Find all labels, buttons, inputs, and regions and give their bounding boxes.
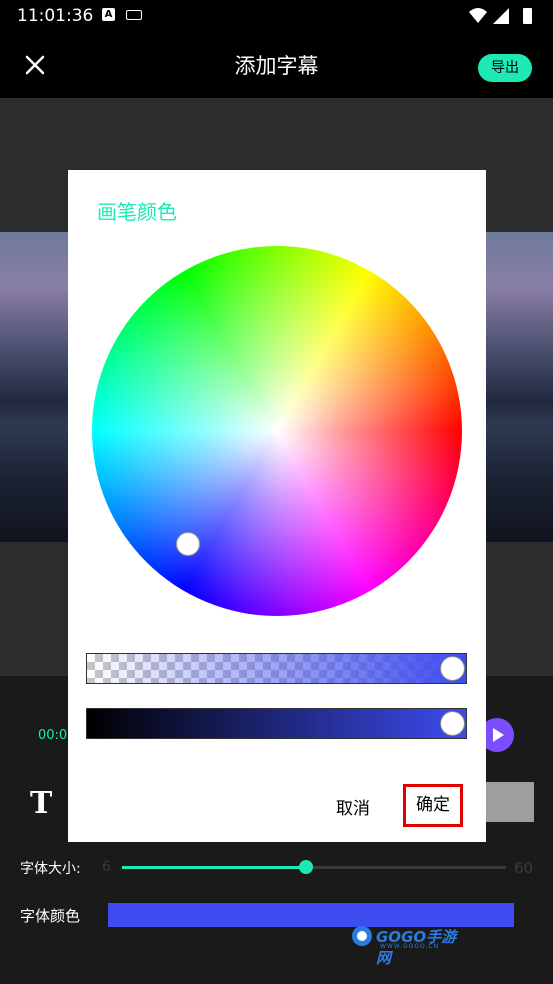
slider-fill bbox=[122, 866, 307, 869]
watermark-logo: GOGO手游网 WWW.GOGO.CN bbox=[350, 924, 460, 967]
font-size-max: 60 bbox=[514, 859, 534, 877]
signal-icon bbox=[493, 8, 509, 24]
dialog-title: 画笔颜色 bbox=[97, 200, 177, 224]
export-button[interactable]: 导出 bbox=[478, 54, 532, 82]
wifi-icon bbox=[469, 8, 487, 23]
text-icon[interactable]: T bbox=[30, 786, 52, 821]
page-title: 添加字幕 bbox=[234, 54, 319, 78]
font-size-min: 6 bbox=[102, 859, 111, 875]
status-time: 11:01:36 bbox=[17, 6, 94, 26]
alpha-slider[interactable] bbox=[86, 653, 467, 684]
brightness-slider-thumb[interactable] bbox=[440, 711, 465, 736]
font-size-slider[interactable] bbox=[122, 860, 506, 874]
app-bar: 添加字幕 导出 bbox=[0, 32, 553, 98]
battery-icon bbox=[523, 8, 532, 24]
slider-thumb[interactable] bbox=[299, 860, 314, 874]
brightness-slider[interactable] bbox=[86, 708, 467, 739]
accessibility-icon: A bbox=[102, 8, 115, 21]
current-time: 00:0 bbox=[38, 728, 68, 743]
watermark-sub: WWW.GOGO.CN bbox=[380, 943, 440, 950]
subtitle-text-input[interactable] bbox=[486, 782, 534, 822]
confirm-button[interactable]: 确定 bbox=[403, 784, 463, 827]
cancel-button[interactable]: 取消 bbox=[336, 794, 370, 819]
keyboard-icon bbox=[126, 10, 142, 20]
font-color-label: 字体颜色 bbox=[20, 907, 81, 925]
watermark-icon bbox=[352, 926, 372, 946]
color-picker-dialog: 画笔颜色 取消 确定 bbox=[68, 170, 486, 842]
status-icons bbox=[469, 8, 532, 24]
status-bar: 11:01:36 A bbox=[0, 0, 553, 32]
color-wheel[interactable] bbox=[92, 246, 462, 616]
alpha-slider-thumb[interactable] bbox=[440, 656, 465, 681]
font-size-label: 字体大小: bbox=[20, 861, 81, 877]
color-wheel-thumb[interactable] bbox=[176, 532, 200, 556]
